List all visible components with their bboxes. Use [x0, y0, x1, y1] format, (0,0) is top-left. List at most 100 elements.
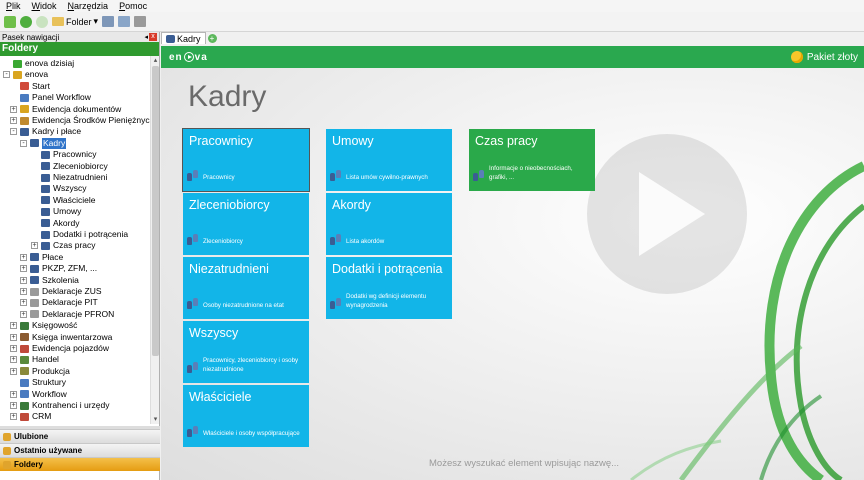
expand-icon[interactable]: +: [10, 333, 17, 341]
tree-item[interactable]: - Kadry i płace: [10, 126, 81, 137]
expand-icon[interactable]: +: [10, 367, 17, 375]
tree-item[interactable]: + Deklaracje PIT: [20, 297, 98, 308]
collapse-icon[interactable]: -: [10, 128, 17, 136]
tree-item-label: Panel Workflow: [32, 92, 91, 103]
tree-item[interactable]: + Produkcja: [10, 366, 70, 377]
collapse-icon[interactable]: -: [20, 139, 27, 147]
tree-item[interactable]: - enova: [3, 69, 48, 80]
tree-item[interactable]: Akordy: [31, 218, 79, 229]
tree-item[interactable]: + PKZP, ZFM, ...: [20, 263, 97, 274]
up-folder-icon[interactable]: [4, 15, 16, 28]
menu-file[interactable]: Plik: [6, 1, 21, 11]
expand-icon[interactable]: +: [10, 105, 17, 113]
tile-pracownicy[interactable]: Pracownicy Pracownicy: [182, 128, 310, 192]
scroll-down-icon[interactable]: ▾: [151, 415, 160, 424]
forward-icon[interactable]: [36, 15, 48, 28]
tree-item[interactable]: Niezatrudnieni: [31, 172, 107, 183]
tree-item[interactable]: + Księgowość: [10, 320, 77, 331]
back-icon[interactable]: [20, 15, 32, 28]
tree-item[interactable]: + Płace: [20, 252, 63, 263]
tools-icon[interactable]: [134, 16, 147, 27]
tile-description: Zleceniobiorcy: [203, 238, 243, 245]
tile-description: Dodatki wg definicji elementu wynagrodze…: [346, 293, 427, 309]
tree-item[interactable]: Start: [10, 81, 50, 92]
people-icon: [187, 362, 199, 374]
declaration-icon: [30, 287, 39, 296]
tree-item[interactable]: + Workflow: [10, 389, 67, 400]
tab-kadry[interactable]: Kadry: [161, 32, 206, 44]
tree-scrollbar[interactable]: ▴ ▾: [150, 56, 159, 424]
add-tab-icon[interactable]: +: [207, 34, 217, 43]
people-icon: [41, 241, 50, 250]
tab-strip: Kadry +: [161, 32, 864, 44]
tile-zleceniobiorcy[interactable]: Zleceniobiorcy Zleceniobiorcy: [183, 193, 309, 255]
expand-icon[interactable]: +: [10, 345, 17, 352]
tree-item[interactable]: Panel Workflow: [10, 92, 91, 103]
tree-item[interactable]: Umowy: [31, 206, 81, 217]
expand-icon[interactable]: +: [10, 402, 17, 409]
tile-wszyscy[interactable]: Wszyscy Pracownicy, zleceniobiorcy i osob…: [183, 321, 309, 383]
people-icon: [41, 162, 50, 171]
expand-icon[interactable]: +: [10, 390, 17, 398]
tree-item[interactable]: + Księga inwentarzowa: [10, 332, 112, 343]
scroll-up-icon[interactable]: ▴: [151, 56, 160, 65]
tree-item[interactable]: Właściciele: [31, 195, 96, 206]
expand-icon[interactable]: +: [20, 310, 27, 318]
menu-view[interactable]: Widok: [32, 1, 57, 11]
tree-item[interactable]: Pracownicy: [31, 149, 96, 160]
folder-dropdown-button[interactable]: Folder ▾: [52, 16, 98, 27]
expand-icon[interactable]: +: [10, 413, 17, 421]
tree-item[interactable]: + Deklaracje PFRON: [20, 309, 114, 320]
menu-help[interactable]: Pomoc: [119, 1, 147, 11]
tree-item[interactable]: + Ewidencja dokumentów: [10, 104, 121, 115]
collapse-icon[interactable]: -: [3, 71, 10, 79]
tree-item[interactable]: Dodatki i potrącenia: [31, 229, 128, 240]
tree-item[interactable]: + Szkolenia: [20, 275, 79, 286]
tile-właściciele[interactable]: Właściciele Właściciele i osoby współprac…: [183, 385, 309, 447]
contractors-icon: [20, 401, 29, 410]
tree-item[interactable]: + CRM: [10, 411, 51, 422]
tile-dodatki-i-potrącenia[interactable]: Dodatki i potrącenia Dodatki wg definicji…: [326, 257, 452, 319]
vehicle-icon: [20, 344, 29, 353]
expand-icon[interactable]: +: [20, 288, 27, 295]
tile-umowy[interactable]: Umowy Lista umów cywilno-prawnych: [326, 129, 452, 191]
people-icon: [166, 34, 175, 43]
bottom-nav-item[interactable]: Ulubione: [0, 429, 160, 443]
expand-icon[interactable]: +: [10, 356, 17, 364]
tree-item[interactable]: + Czas pracy: [31, 240, 96, 251]
expand-icon[interactable]: +: [20, 276, 27, 284]
tree-item[interactable]: + Handel: [10, 354, 59, 365]
expand-icon[interactable]: +: [10, 322, 17, 330]
tree-item[interactable]: Struktury: [10, 377, 66, 388]
tile-title: Wszyscy: [189, 326, 239, 340]
layout-icon[interactable]: [118, 16, 131, 27]
tree-item[interactable]: Wszyscy: [31, 183, 87, 194]
close-icon[interactable]: x: [149, 33, 157, 41]
window-icon[interactable]: [102, 16, 115, 27]
tree-item[interactable]: + Deklaracje ZUS: [20, 286, 102, 297]
scrollbar-thumb[interactable]: [152, 66, 159, 356]
tree-item-label: Ewidencja Środków Pieniężnych: [32, 115, 155, 125]
tree-item[interactable]: + Ewidencja Środków Pieniężnych: [10, 115, 154, 126]
tree-item[interactable]: + Kontrahenci i urzędy: [10, 400, 110, 411]
tile-czas-pracy[interactable]: Czas pracy Informacje o nieobecnościach, …: [469, 129, 595, 191]
bottom-nav-item[interactable]: Ostatnio używane: [0, 443, 160, 457]
tile-niezatrudnieni[interactable]: Niezatrudnieni Osoby niezatrudnione na et…: [183, 257, 309, 319]
package-indicator[interactable]: Pakiet złoty: [790, 51, 858, 63]
expand-icon[interactable]: +: [31, 242, 38, 250]
expand-icon[interactable]: +: [10, 117, 17, 124]
workflow-icon: [20, 93, 29, 102]
expand-icon[interactable]: +: [20, 299, 27, 307]
expand-icon[interactable]: +: [20, 265, 27, 273]
tree-item[interactable]: + Ewidencja pojazdów: [10, 343, 109, 354]
tree-item[interactable]: - Kadry: [20, 137, 67, 149]
pin-icon[interactable]: ◂: [144, 33, 148, 41]
menu-tools[interactable]: Narzędzia: [68, 1, 109, 11]
tree-item[interactable]: Zleceniobiorcy: [31, 161, 108, 172]
tree-item-label: Produkcja: [32, 365, 70, 376]
tree-item-label: Handel: [32, 354, 59, 365]
bottom-nav-item[interactable]: Foldery: [0, 457, 160, 471]
tile-akordy[interactable]: Akordy Lista akordów: [326, 193, 452, 255]
tree-item[interactable]: enova dzisiaj: [3, 58, 74, 69]
expand-icon[interactable]: +: [20, 253, 27, 261]
